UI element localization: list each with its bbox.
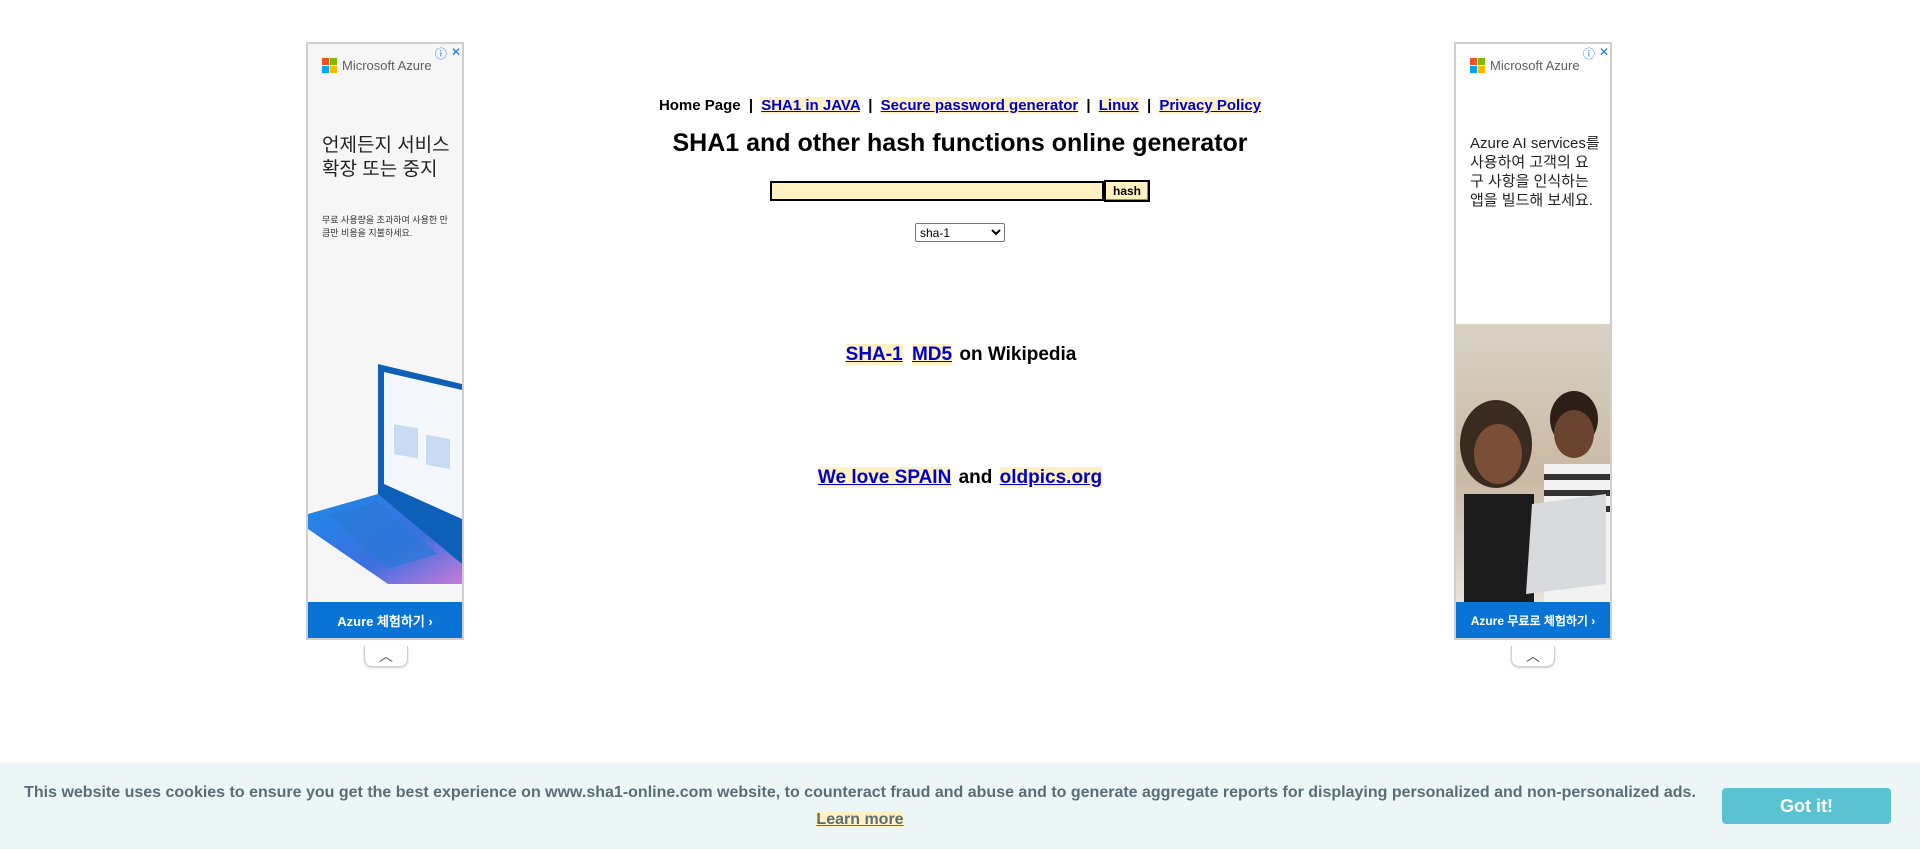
promo-link-oldpics[interactable]: oldpics.org (999, 467, 1103, 488)
cookie-learn-more-link[interactable]: Learn more (816, 811, 904, 828)
wiki-link-md5[interactable]: MD5 (911, 344, 953, 365)
hash-input[interactable] (770, 181, 1104, 201)
laptop-illustration-icon (308, 364, 462, 584)
promo-and: and (958, 467, 993, 488)
ad-brand: Microsoft Azure (322, 58, 432, 73)
microsoft-logo-icon (1470, 58, 1485, 73)
nav-separator: | (1146, 97, 1152, 114)
ad-controls: ⓘ ✕ (435, 45, 461, 62)
ad-brand-label: Microsoft Azure (1490, 58, 1580, 73)
cookie-text: This website uses cookies to ensure you … (24, 784, 1696, 801)
hash-button[interactable]: hash (1104, 180, 1150, 202)
people-photo-image (1456, 324, 1610, 604)
cookie-message: This website uses cookies to ensure you … (0, 779, 1720, 833)
nav-separator: | (748, 97, 754, 114)
ad-close-icon[interactable]: ✕ (1599, 45, 1609, 62)
ad-info-icon[interactable]: ⓘ (435, 45, 447, 62)
hash-form: hash (600, 180, 1320, 202)
nav-home-label: Home Page (658, 97, 741, 114)
cookie-banner: This website uses cookies to ensure you … (0, 763, 1920, 849)
promo-links: We love SPAIN and oldpics.org (600, 467, 1320, 489)
nav-separator: | (1086, 97, 1091, 114)
page: ⓘ ✕ Microsoft Azure 언제든지 서비스 확장 또는 중지 무료… (0, 0, 1920, 849)
page-title: SHA1 and other hash functions online gen… (672, 129, 1248, 157)
promo-link-spain[interactable]: We love SPAIN (817, 467, 952, 488)
ad-headline: Azure AI services를 사용하여 고객의 요구 사항을 인식하는 … (1470, 135, 1600, 209)
ad-collapse-right-chevron-up-icon[interactable]: ︿ (1511, 646, 1555, 667)
ad-collapse-left-chevron-up-icon[interactable]: ︿ (364, 646, 408, 667)
ad-brand: Microsoft Azure (1470, 58, 1580, 73)
top-nav: Home Page | SHA1 in JAVA | Secure passwo… (600, 97, 1320, 114)
algorithm-select[interactable]: sha-1 (915, 223, 1005, 242)
ad-right[interactable]: ⓘ ✕ Microsoft Azure Azure AI services를 사… (1454, 42, 1612, 640)
ad-info-icon[interactable]: ⓘ (1583, 45, 1595, 62)
ad-cta-button[interactable]: Azure 체험하기 › (308, 602, 462, 638)
nav-link-linux[interactable]: Linux (1098, 97, 1139, 114)
wiki-suffix: on Wikipedia (959, 344, 1077, 365)
ad-cta-button[interactable]: Azure 무료로 체험하기 › (1456, 602, 1610, 638)
ad-brand-label: Microsoft Azure (342, 58, 432, 73)
wikipedia-links: SHA-1 MD5 on Wikipedia (600, 344, 1320, 366)
nav-link-sha1-java[interactable]: SHA1 in JAVA (761, 97, 861, 114)
microsoft-logo-icon (322, 58, 337, 73)
wiki-link-sha1[interactable]: SHA-1 (845, 344, 903, 365)
ad-headline: 언제든지 서비스 확장 또는 중지 (322, 135, 450, 180)
ad-controls: ⓘ ✕ (1583, 45, 1609, 62)
nav-link-password-generator[interactable]: Secure password generator (880, 97, 1079, 114)
cookie-accept-button[interactable]: Got it! (1722, 788, 1891, 824)
ad-left[interactable]: ⓘ ✕ Microsoft Azure 언제든지 서비스 확장 또는 중지 무료… (306, 42, 464, 640)
algorithm-row: sha-1 (600, 223, 1320, 242)
nav-link-privacy-policy[interactable]: Privacy Policy (1159, 97, 1262, 114)
ad-subtext: 무료 사용량을 초과하여 사용한 만큼만 비용을 지불하세요. (322, 215, 448, 238)
nav-separator: | (868, 97, 873, 114)
ad-close-icon[interactable]: ✕ (451, 45, 461, 62)
